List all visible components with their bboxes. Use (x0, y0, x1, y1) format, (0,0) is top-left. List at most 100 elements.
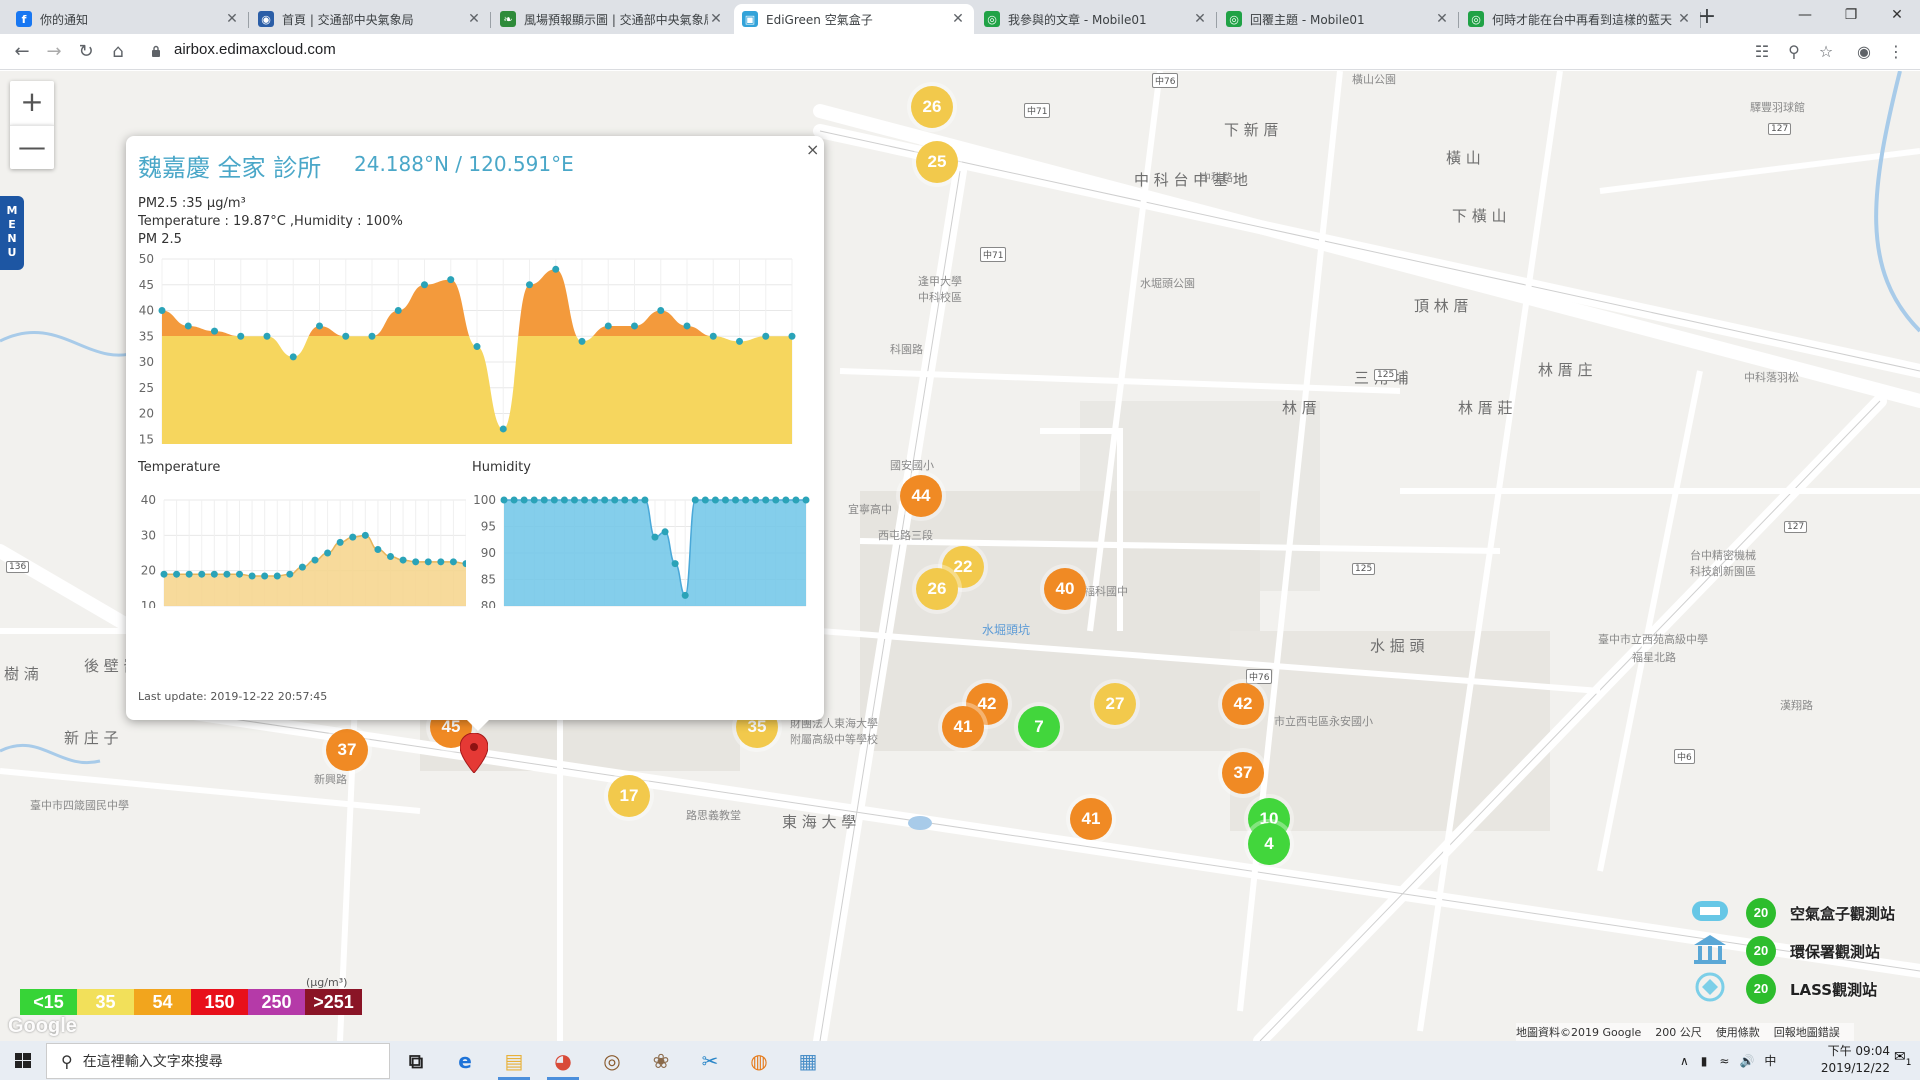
data-point[interactable] (473, 343, 481, 351)
data-point[interactable] (570, 496, 578, 504)
sensor-cluster[interactable]: 42 (1222, 683, 1264, 725)
data-point[interactable] (530, 496, 538, 504)
data-point[interactable] (601, 496, 609, 504)
data-point[interactable] (210, 570, 218, 578)
data-point[interactable] (782, 496, 790, 504)
data-point[interactable] (736, 337, 743, 345)
tab[interactable]: ◎ 回覆主題 - Mobile01 ✕ (1218, 4, 1459, 34)
data-point[interactable] (802, 496, 810, 504)
station-legend-row[interactable]: 20 環保署觀測站 (1690, 933, 1880, 969)
tab[interactable]: f 你的通知 ✕ (8, 4, 249, 34)
tab[interactable]: ◉ 首頁 | 交通部中央氣象局 ✕ (250, 4, 491, 34)
data-point[interactable] (721, 496, 729, 504)
map-scale[interactable]: 200 公尺 (1655, 1024, 1702, 1040)
data-point[interactable] (158, 307, 166, 314)
station-legend-row[interactable]: 20 空氣盒子觀測站 (1690, 895, 1895, 931)
data-point[interactable] (499, 425, 507, 433)
location-pin-icon[interactable] (460, 733, 488, 773)
sensor-cluster[interactable]: 41 (1070, 798, 1112, 840)
close-icon[interactable]: ✕ (466, 11, 482, 27)
zoom-in-button[interactable]: + (10, 81, 54, 125)
data-point[interactable] (631, 322, 638, 330)
data-point[interactable] (394, 307, 402, 314)
data-point[interactable] (701, 496, 709, 504)
sensor-cluster[interactable]: 25 (916, 141, 958, 183)
tab[interactable]: ❧ 風場預報顯示圖 | 交通部中央氣象局 ✕ (492, 4, 732, 34)
data-point[interactable] (286, 570, 294, 578)
sensor-cluster[interactable]: 37 (326, 729, 368, 771)
data-point[interactable] (361, 531, 369, 539)
data-point[interactable] (349, 533, 357, 541)
data-point[interactable] (691, 496, 699, 504)
data-point[interactable] (248, 572, 256, 580)
data-point[interactable] (173, 570, 181, 578)
data-point[interactable] (578, 337, 586, 345)
show-hidden-icons[interactable]: ∧ (1680, 1054, 1689, 1068)
ime-indicator[interactable]: 中 (1764, 1052, 1776, 1069)
sensor-cluster[interactable]: 26 (911, 86, 953, 128)
app-icon[interactable]: ▦ (790, 1045, 826, 1077)
home-icon[interactable]: ⌂ (104, 38, 132, 66)
data-point[interactable] (552, 265, 560, 273)
gimp-icon[interactable]: ❀ (643, 1045, 679, 1077)
data-point[interactable] (581, 496, 589, 504)
data-point[interactable] (657, 307, 665, 314)
data-point[interactable] (540, 496, 548, 504)
data-point[interactable] (449, 558, 457, 566)
data-point[interactable] (263, 332, 271, 340)
data-point[interactable] (368, 332, 376, 340)
data-point[interactable] (611, 496, 619, 504)
data-point[interactable] (604, 322, 612, 330)
minimize-button[interactable]: — (1782, 0, 1828, 30)
popup-close-button[interactable]: × (806, 140, 819, 159)
snip-icon[interactable]: ✂ (692, 1045, 728, 1077)
data-point[interactable] (421, 281, 428, 289)
data-point[interactable] (742, 496, 750, 504)
data-point[interactable] (336, 538, 344, 546)
data-point[interactable] (399, 556, 407, 564)
zoom-icon[interactable]: ⚲ (1782, 40, 1806, 64)
sensor-cluster[interactable]: 26 (916, 568, 958, 610)
data-point[interactable] (211, 327, 218, 335)
data-point[interactable] (788, 332, 796, 340)
data-point[interactable] (160, 570, 168, 578)
forward-icon[interactable]: → (40, 38, 68, 66)
data-point[interactable] (237, 332, 245, 340)
translate-icon[interactable]: ☷ (1750, 40, 1774, 64)
windows-start-icon[interactable] (0, 1041, 46, 1080)
data-point[interactable] (500, 496, 508, 504)
data-point[interactable] (762, 496, 770, 504)
data-point[interactable] (236, 570, 243, 578)
data-point[interactable] (198, 570, 206, 578)
station-legend-row[interactable]: 20 LASS觀測站 (1690, 971, 1877, 1007)
data-point[interactable] (273, 572, 281, 580)
map-canvas[interactable]: 下 新 厝中 科 台 中 基 地橫 山下 橫 山頂 林 厝林 厝 庄三 角 埔林… (0, 71, 1920, 1041)
close-icon[interactable]: ✕ (950, 11, 966, 27)
back-icon[interactable]: ← (8, 38, 36, 66)
data-point[interactable] (732, 496, 740, 504)
data-point[interactable] (261, 572, 269, 580)
sensor-cluster[interactable]: 27 (1094, 683, 1136, 725)
close-icon[interactable]: ✕ (224, 11, 240, 27)
tab[interactable]: ▣ EdiGreen 空氣盒子 ✕ (734, 4, 974, 34)
close-window-button[interactable]: ✕ (1874, 0, 1920, 30)
clock[interactable]: 下午 09:04 2019/12/22 (1790, 1043, 1890, 1077)
data-point[interactable] (681, 591, 689, 599)
data-point[interactable] (424, 558, 432, 566)
sensor-cluster[interactable]: 17 (608, 775, 650, 817)
notification-icon[interactable]: ✉1 (1894, 1049, 1911, 1068)
volume-icon[interactable]: 🔊 (1739, 1054, 1754, 1068)
data-point[interactable] (762, 332, 770, 340)
wifi-icon[interactable]: ≈ (1719, 1054, 1729, 1068)
close-icon[interactable]: ✕ (1192, 11, 1208, 27)
data-point[interactable] (324, 549, 332, 557)
chrome-icon[interactable]: ◕ (545, 1045, 581, 1080)
data-point[interactable] (641, 496, 649, 504)
data-point[interactable] (671, 560, 679, 568)
data-point[interactable] (550, 496, 558, 504)
data-point[interactable] (311, 556, 319, 564)
data-point[interactable] (661, 528, 669, 536)
data-point[interactable] (342, 332, 350, 340)
close-icon[interactable]: ✕ (1434, 11, 1450, 27)
close-icon[interactable]: ✕ (1676, 11, 1692, 27)
